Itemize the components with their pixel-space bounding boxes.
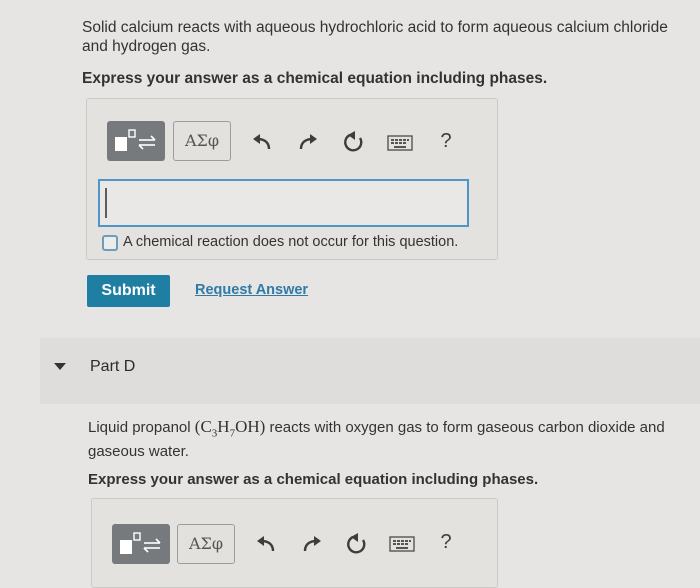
no-reaction-checkbox[interactable] <box>102 235 118 251</box>
help-button[interactable]: ? <box>434 129 458 155</box>
redo-button[interactable] <box>296 130 320 154</box>
no-reaction-label: A chemical reaction does not occur for t… <box>123 234 459 250</box>
question-line-2: and hydrogen gas. <box>82 38 211 55</box>
undo-icon <box>253 134 271 150</box>
part-d-title: Part D <box>90 358 136 375</box>
part-d-undo-button[interactable] <box>254 532 278 556</box>
redo-icon <box>299 134 317 150</box>
keyboard-icon <box>389 536 415 552</box>
greek-letters-button[interactable]: ΑΣφ <box>173 121 231 161</box>
chevron-down-icon[interactable] <box>54 363 66 370</box>
templates-icon <box>120 532 161 554</box>
instruction-text: Express your answer as a chemical equati… <box>82 70 548 87</box>
question-line-1: Solid calcium reacts with aqueous hydroc… <box>82 19 668 36</box>
question-text: Solid calcium reacts with aqueous hydroc… <box>82 18 692 56</box>
reset-button[interactable] <box>342 130 366 154</box>
propanol-formula: (C3H7OH) <box>194 417 266 440</box>
keyboard-button[interactable] <box>387 134 413 152</box>
undo-button[interactable] <box>250 130 274 154</box>
templates-button[interactable] <box>107 121 165 161</box>
part-d-greek-letters-button[interactable]: ΑΣφ <box>177 524 235 564</box>
part-d-header[interactable] <box>40 338 700 404</box>
part-d-question: Liquid propanol (C3H7OH) reacts with oxy… <box>88 417 700 443</box>
request-answer-link[interactable]: Request Answer <box>195 282 308 298</box>
part-d-keyboard-button[interactable] <box>389 535 415 553</box>
part-d-instruction: Express your answer as a chemical equati… <box>88 471 539 488</box>
part-d-templates-button[interactable] <box>112 524 170 564</box>
help-icon: ? <box>440 531 452 553</box>
submit-button[interactable]: Submit <box>87 275 170 307</box>
undo-icon <box>257 536 275 552</box>
part-d-redo-button[interactable] <box>300 532 324 556</box>
part-d-question-line-2: gaseous water. <box>88 443 189 460</box>
greek-letters-icon: ΑΣφ <box>188 534 224 553</box>
reset-icon <box>347 533 366 554</box>
redo-icon <box>303 536 321 552</box>
reset-icon <box>344 131 363 152</box>
keyboard-icon <box>387 135 413 151</box>
text-cursor <box>105 188 107 218</box>
part-d-text-post: reacts with oxygen gas to form gaseous c… <box>269 419 665 436</box>
part-d-help-button[interactable]: ? <box>434 530 458 556</box>
answer-input[interactable] <box>98 179 469 227</box>
part-d-reset-button[interactable] <box>345 532 369 556</box>
part-d-text-pre: Liquid propanol <box>88 419 191 436</box>
help-icon: ? <box>440 130 452 152</box>
greek-letters-icon: ΑΣφ <box>184 131 220 150</box>
templates-icon <box>115 129 156 151</box>
